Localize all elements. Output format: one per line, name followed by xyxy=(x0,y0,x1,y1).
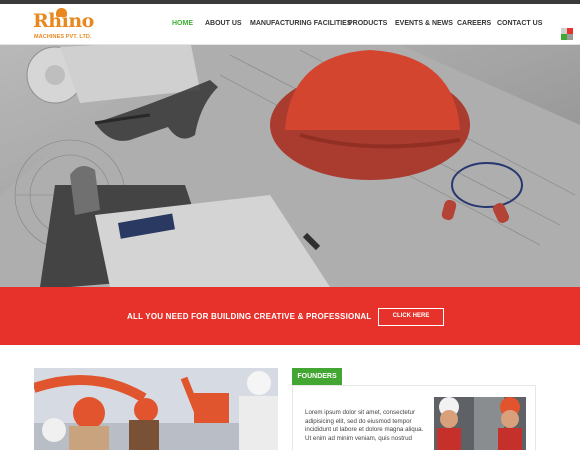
brand-logo[interactable]: Rhino MACHINES PVT. LTD. xyxy=(33,8,94,44)
square-darkgrey-icon xyxy=(567,34,573,40)
click-here-button[interactable]: CLICK HERE xyxy=(378,308,444,326)
workers-photo xyxy=(34,368,278,450)
brand-subtitle: MACHINES PVT. LTD. xyxy=(34,34,92,40)
brand-name: Rhino xyxy=(33,10,94,32)
banner-text: ALL YOU NEED FOR BUILDING CREATIVE & PRO… xyxy=(127,312,372,321)
nav-manufacturing-facilities[interactable]: MANUFACTURING FACILITIES xyxy=(250,20,352,27)
workers-illustration xyxy=(34,368,278,450)
hero-illustration xyxy=(0,45,580,287)
nav-events-news[interactable]: EVENTS & NEWS xyxy=(395,20,453,27)
cta-banner: ALL YOU NEED FOR BUILDING CREATIVE & PRO… xyxy=(0,287,580,345)
founders-illustration xyxy=(434,397,526,450)
nav-products[interactable]: PRODUCTS xyxy=(348,20,387,27)
hero-image xyxy=(0,45,580,287)
site-header: Rhino MACHINES PVT. LTD. HOME ABOUT US M… xyxy=(0,4,580,45)
main-nav: HOME ABOUT US MANUFACTURING FACILITIES P… xyxy=(170,20,550,34)
color-switcher-icon[interactable] xyxy=(561,28,576,40)
founders-photo xyxy=(434,397,526,450)
founders-tab[interactable]: FOUNDERS xyxy=(292,368,342,385)
nav-home[interactable]: HOME xyxy=(172,20,193,27)
nav-careers[interactable]: CAREERS xyxy=(457,20,491,27)
nav-about-us[interactable]: ABOUT US xyxy=(205,20,242,27)
nav-contact-us[interactable]: CONTACT US xyxy=(497,20,542,27)
founders-description: Lorem ipsum dolor sit amet, consectetur … xyxy=(305,409,424,442)
